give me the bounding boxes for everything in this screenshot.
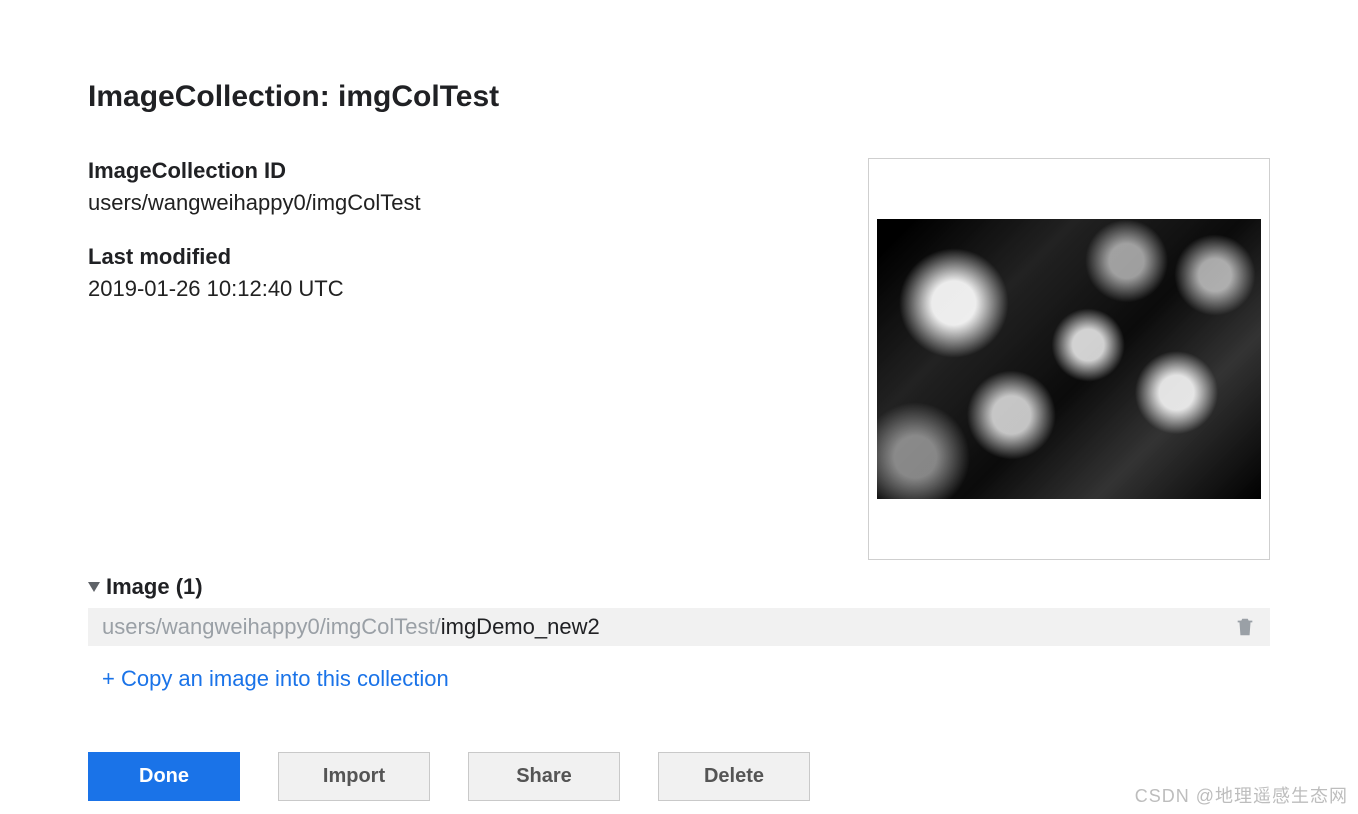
thumbnail-box — [868, 158, 1270, 560]
image-section-title: Image (1) — [106, 574, 203, 600]
watermark: CSDN @地理遥感生态网 — [1135, 782, 1348, 808]
share-button[interactable]: Share — [468, 752, 620, 801]
modified-label: Last modified — [88, 244, 838, 270]
image-path-prefix: users/wangweihappy0/imgColTest/ — [102, 614, 441, 639]
button-row: Done Import Share Delete — [88, 752, 1270, 801]
image-path: users/wangweihappy0/imgColTest/imgDemo_n… — [102, 614, 600, 640]
image-path-suffix: imgDemo_new2 — [441, 614, 600, 639]
id-value: users/wangweihappy0/imgColTest — [88, 190, 838, 216]
modified-value: 2019-01-26 10:12:40 UTC — [88, 276, 838, 302]
image-row[interactable]: users/wangweihappy0/imgColTest/imgDemo_n… — [88, 608, 1270, 646]
id-label: ImageCollection ID — [88, 158, 838, 184]
done-button[interactable]: Done — [88, 752, 240, 801]
page-title: ImageCollection: imgColTest — [88, 80, 1270, 114]
delete-button[interactable]: Delete — [658, 752, 810, 801]
thumbnail-image — [877, 219, 1261, 499]
image-section-header[interactable]: Image (1) — [88, 574, 1270, 600]
copy-image-link[interactable]: + Copy an image into this collection — [88, 666, 1270, 692]
import-button[interactable]: Import — [278, 752, 430, 801]
trash-icon[interactable] — [1234, 616, 1256, 638]
caret-down-icon — [88, 582, 100, 592]
meta-panel: ImageCollection ID users/wangweihappy0/i… — [88, 158, 838, 330]
